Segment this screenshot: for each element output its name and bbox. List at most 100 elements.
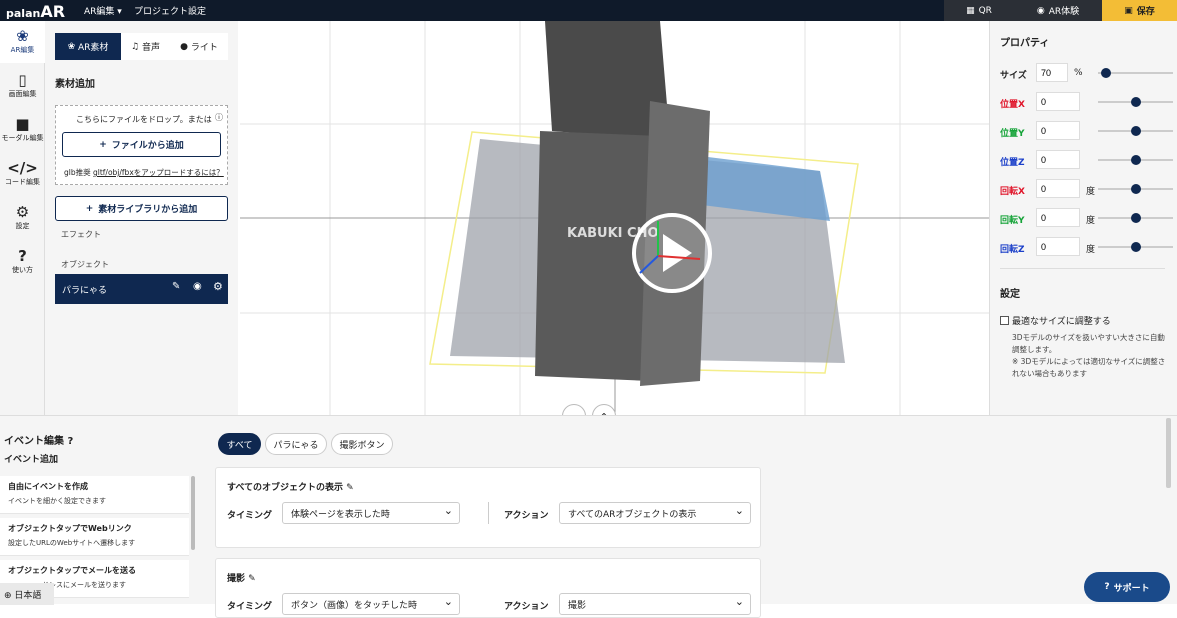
rotation-y-input[interactable] <box>1036 208 1080 227</box>
rotation-z-slider[interactable] <box>1098 242 1173 252</box>
ar-edit-menu[interactable]: AR編集 ▾ <box>84 4 122 17</box>
object-label: オブジェクト <box>61 260 109 269</box>
action-select[interactable]: 撮影 <box>559 593 751 615</box>
slider-knob[interactable] <box>1130 242 1141 252</box>
rotation-z-label: 回転Z <box>1000 245 1025 255</box>
file-drop-zone[interactable]: こちらにファイルをドロップ。または ⓘ + ファイルから追加 glb推奨 gltf… <box>55 105 228 185</box>
filter-label: すべて <box>226 440 253 451</box>
code-icon: </> <box>7 159 38 177</box>
position-x-input[interactable] <box>1036 92 1080 111</box>
rotation-y-slider[interactable] <box>1098 213 1173 223</box>
plus-icon: + <box>99 139 107 150</box>
position-z-input[interactable] <box>1036 150 1080 169</box>
upload-help-link[interactable]: gltf/obj/fbxをアップロードするには？ <box>93 168 224 177</box>
list-scrollbar[interactable] <box>191 476 195 550</box>
event-add-title: イベント追加 <box>4 455 59 465</box>
slider-knob[interactable] <box>1130 184 1141 194</box>
rotation-x-input[interactable] <box>1036 179 1080 198</box>
size-input[interactable] <box>1036 63 1068 82</box>
add-from-file-button[interactable]: + ファイルから追加 <box>62 132 221 157</box>
event-template-title: オブジェクトタップでメールを送る <box>8 566 136 575</box>
nav-help[interactable]: ? 使い方 <box>0 241 45 283</box>
tab-audio[interactable]: ♫ 音声 <box>121 33 170 60</box>
event-card-title-text: 撮影 <box>227 574 246 584</box>
glb-note: glb推奨 gltf/obj/fbxをアップロードするには？ <box>64 167 224 178</box>
save-label: 保存 <box>1136 7 1155 17</box>
page-scrollbar[interactable] <box>1166 418 1171 488</box>
gear-icon[interactable]: ⚙ <box>213 280 223 293</box>
position-y-label: 位置Y <box>1000 129 1025 139</box>
nav-label: モーダル編集 <box>1 134 44 142</box>
edit-icon[interactable]: ✎ <box>346 483 354 493</box>
size-label: サイズ <box>1000 71 1027 81</box>
event-template-item[interactable]: オブジェクトタップでWebリンク 設定したURLのWebサイトへ遷移します <box>0 518 189 556</box>
action-value: すべてのARオブジェクトの表示 <box>568 510 697 520</box>
timing-select[interactable]: 体験ページを表示した時 <box>282 502 460 524</box>
filter-label: 撮影ボタン <box>339 440 385 451</box>
object-item[interactable]: パラにゃる ✎ ◉ ⚙ <box>55 274 228 304</box>
speech-bubble-icon: ■ <box>15 115 30 133</box>
help-icon[interactable]: ? <box>67 436 73 447</box>
add-from-library-button[interactable]: + 素材ライブラリから追加 <box>55 196 228 221</box>
tab-light[interactable]: ● ライト <box>170 33 228 60</box>
nav-modal-edit[interactable]: ■ モーダル編集 <box>0 109 45 151</box>
slider-knob[interactable] <box>1130 126 1141 136</box>
position-y-input[interactable] <box>1036 121 1080 140</box>
event-template-title: オブジェクトタップでWebリンク <box>8 524 132 533</box>
action-label: アクション <box>504 602 549 612</box>
left-nav: ❀ AR編集 ▯ 画面編集 ■ モーダル編集 </> コード編集 ⚙ 設定 ? 使い方 <box>0 21 45 415</box>
slider-knob[interactable] <box>1130 213 1141 223</box>
filter-all[interactable]: すべて <box>218 433 261 455</box>
optimize-size-option[interactable]: 最適なサイズに調整する <box>1000 314 1111 327</box>
ar-experience-button[interactable]: ◉ AR体験 <box>1014 0 1102 21</box>
nav-settings[interactable]: ⚙ 設定 <box>0 197 45 239</box>
properties-panel: プロパティ サイズ % 位置X位置Y位置Z回転X度回転Y度回転Z度 設定 最適な… <box>989 21 1177 415</box>
action-select[interactable]: すべてのARオブジェクトの表示 <box>559 502 751 524</box>
filter-shoot-button[interactable]: 撮影ボタン <box>331 433 393 455</box>
gear-icon: ⚙ <box>15 203 30 221</box>
nav-label: AR編集 <box>10 46 35 54</box>
save-icon: ▣ <box>1124 5 1133 16</box>
position-y-slider[interactable] <box>1098 126 1173 136</box>
filter-paranyaru[interactable]: パラにゃる <box>265 433 327 455</box>
size-slider[interactable] <box>1098 68 1173 78</box>
3d-viewport[interactable]: KABUKI CHO ⌄ ⌃ <box>240 21 989 415</box>
event-template-item[interactable]: 自由にイベントを作成 イベントを細かく設定できます <box>0 476 189 514</box>
optimize-checkbox[interactable] <box>1000 316 1009 325</box>
support-button[interactable]: ? サポート <box>1084 572 1170 602</box>
position-z-slider[interactable] <box>1098 155 1173 165</box>
event-template-desc: イベントを細かく設定できます <box>8 497 106 505</box>
slider-knob[interactable] <box>1130 97 1141 107</box>
optimize-note-text: ※ 3Dモデルによっては適切なサイズに調整されない場合もあります <box>1012 357 1166 378</box>
eye-icon[interactable]: ◉ <box>193 281 202 292</box>
qr-button[interactable]: ▦ QR <box>944 0 1014 21</box>
nav-screen-edit[interactable]: ▯ 画面編集 <box>0 65 45 107</box>
position-y-row: 位置Y <box>1000 121 1175 141</box>
viewport-canvas: KABUKI CHO <box>240 21 989 415</box>
slider-knob[interactable] <box>1101 68 1112 78</box>
slider-knob[interactable] <box>1130 155 1141 165</box>
music-icon: ♫ <box>131 41 142 52</box>
globe-icon: ⊕ <box>4 591 12 601</box>
rotation-z-input[interactable] <box>1036 237 1080 256</box>
rotation-x-slider[interactable] <box>1098 184 1173 194</box>
edit-icon[interactable]: ✎ <box>172 281 180 292</box>
filter-label: パラにゃる <box>273 440 319 451</box>
info-icon[interactable]: ⓘ <box>215 112 223 123</box>
glb-note-text: glb推奨 <box>64 168 91 177</box>
nav-label: コード編集 <box>5 178 40 186</box>
rotation-y-unit: 度 <box>1086 216 1096 226</box>
nav-ar-edit[interactable]: ❀ AR編集 <box>0 21 45 63</box>
timing-select[interactable]: ボタン（画像）をタッチした時 <box>282 593 460 615</box>
save-button[interactable]: ▣ 保存 <box>1102 0 1177 21</box>
rotation-y-row: 回転Y 度 <box>1000 208 1175 228</box>
project-settings-menu[interactable]: プロジェクト設定 <box>134 4 206 17</box>
position-x-slider[interactable] <box>1098 97 1173 107</box>
effect-label: エフェクト <box>61 230 101 239</box>
edit-icon[interactable]: ✎ <box>248 574 256 584</box>
nav-label: 画面編集 <box>8 90 37 98</box>
language-selector[interactable]: ⊕ 日本語 <box>0 583 54 605</box>
nav-code-edit[interactable]: </> コード編集 <box>0 153 45 195</box>
position-x-label: 位置X <box>1000 100 1025 110</box>
tab-ar-material[interactable]: ❀ AR素材 <box>55 33 121 60</box>
